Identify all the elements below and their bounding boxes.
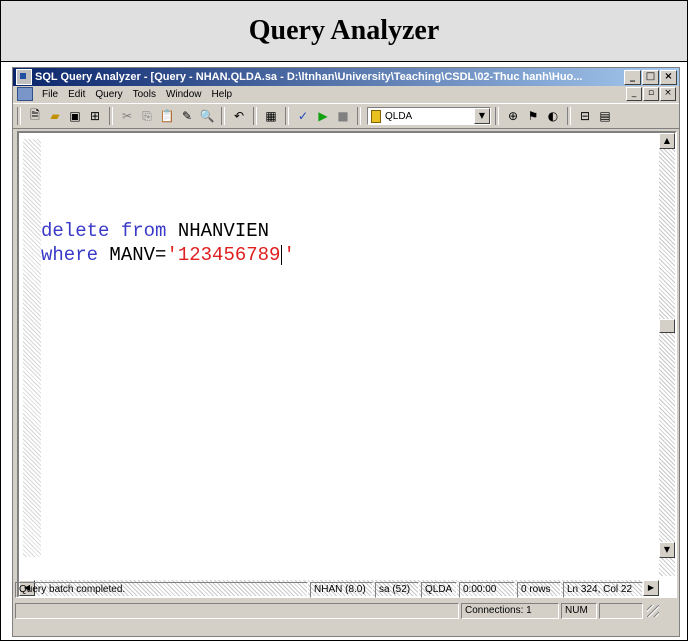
paste-icon[interactable]: 📋 bbox=[158, 107, 176, 125]
scroll-down-icon[interactable]: ▼ bbox=[659, 542, 675, 558]
scroll-up-icon[interactable]: ▲ bbox=[659, 133, 675, 149]
database-name: QLDA bbox=[385, 110, 413, 122]
toolbar-separator bbox=[285, 107, 289, 125]
menu-file[interactable]: File bbox=[37, 89, 63, 100]
status-rows: 0 rows bbox=[517, 581, 561, 598]
stop-icon[interactable]: ■ bbox=[334, 107, 352, 125]
toolbar: 🗎 ▰ ▣ ⊞ ✂ ⎘ 📋 ✎ 🔍 ↶ ▦ ✓ ▶ ■ QLDA ▼ ⊕ ⚑ ◐… bbox=[13, 103, 679, 129]
sql-quote-open: ' bbox=[166, 244, 178, 266]
new-query-icon[interactable]: 🗎 bbox=[26, 107, 44, 125]
doc-minimize-button[interactable]: _ bbox=[626, 87, 642, 101]
status-connections: Connections: 1 bbox=[461, 602, 559, 619]
client-stats-icon[interactable]: ◐ bbox=[544, 107, 562, 125]
undo-icon[interactable]: ↶ bbox=[230, 107, 248, 125]
close-button[interactable]: × bbox=[660, 69, 677, 85]
clear-icon[interactable]: ✎ bbox=[178, 107, 196, 125]
show-plan-icon[interactable]: ⚑ bbox=[524, 107, 542, 125]
insert-template-icon[interactable]: ⊞ bbox=[86, 107, 104, 125]
sql-code[interactable]: delete from NHANVIEN where MANV='1234567… bbox=[41, 219, 295, 267]
toolbar-separator bbox=[567, 107, 571, 125]
toolbar-separator bbox=[495, 107, 499, 125]
status-empty bbox=[599, 602, 643, 619]
app-icon bbox=[16, 69, 32, 85]
status-message: Query batch completed. bbox=[15, 581, 308, 598]
sql-string-value: 123456789 bbox=[177, 244, 281, 266]
menu-help[interactable]: Help bbox=[207, 89, 238, 100]
menu-bar: File Edit Query Tools Window Help _ ▫ × bbox=[13, 86, 679, 102]
results-pane-icon[interactable]: ▤ bbox=[596, 107, 614, 125]
editor-gutter bbox=[23, 139, 41, 557]
document-menu-icon[interactable] bbox=[17, 87, 33, 101]
menu-query[interactable]: Query bbox=[90, 89, 127, 100]
save-icon[interactable]: ▣ bbox=[66, 107, 84, 125]
status-blank bbox=[15, 602, 459, 619]
execute-icon[interactable]: ▶ bbox=[314, 107, 332, 125]
doc-restore-button[interactable]: ▫ bbox=[643, 87, 659, 101]
toolbar-separator bbox=[109, 107, 113, 125]
status-num: NUM bbox=[561, 602, 597, 619]
toolbar-separator bbox=[253, 107, 257, 125]
toolbar-separator bbox=[357, 107, 361, 125]
sql-keyword-delete-from: delete from bbox=[41, 220, 167, 242]
window-titlebar[interactable]: SQL Query Analyzer - [Query - NHAN.QLDA.… bbox=[13, 68, 679, 86]
chevron-down-icon[interactable]: ▼ bbox=[474, 108, 490, 124]
query-editor[interactable]: delete from NHANVIEN where MANV='1234567… bbox=[17, 131, 677, 598]
open-icon[interactable]: ▰ bbox=[46, 107, 64, 125]
status-bar: Query batch completed. NHAN (8.0) sa (52… bbox=[15, 581, 677, 598]
copy-icon[interactable]: ⎘ bbox=[138, 107, 156, 125]
menu-edit[interactable]: Edit bbox=[63, 89, 90, 100]
maximize-button[interactable]: □ bbox=[642, 69, 659, 85]
menu-window[interactable]: Window bbox=[161, 89, 207, 100]
status-position: Ln 324, Col 22 bbox=[563, 581, 643, 598]
sql-condition: MANV= bbox=[98, 244, 167, 266]
cut-icon[interactable]: ✂ bbox=[118, 107, 136, 125]
results-mode-icon[interactable]: ▦ bbox=[262, 107, 280, 125]
status-user: sa (52) bbox=[375, 581, 419, 598]
scroll-thumb[interactable] bbox=[659, 319, 675, 333]
sql-table-name: NHANVIEN bbox=[166, 220, 270, 242]
resize-grip-icon[interactable] bbox=[647, 604, 659, 617]
database-select[interactable]: QLDA ▼ bbox=[367, 107, 491, 125]
object-browser-icon[interactable]: ⊟ bbox=[576, 107, 594, 125]
doc-close-button[interactable]: × bbox=[660, 87, 676, 101]
status-time: 0:00:00 bbox=[459, 581, 515, 598]
query-analyzer-window: SQL Query Analyzer - [Query - NHAN.QLDA.… bbox=[12, 67, 680, 637]
toolbar-grip bbox=[17, 107, 21, 125]
database-icon bbox=[371, 109, 381, 123]
parse-icon[interactable]: ✓ bbox=[294, 107, 312, 125]
window-title: SQL Query Analyzer - [Query - NHAN.QLDA.… bbox=[35, 71, 583, 83]
slide-title: Query Analyzer bbox=[1, 1, 687, 62]
status-server: NHAN (8.0) bbox=[310, 581, 373, 598]
menu-tools[interactable]: Tools bbox=[128, 89, 161, 100]
status-bar-secondary: Connections: 1 NUM bbox=[15, 602, 677, 619]
slide-frame: Query Analyzer SQL Query Analyzer - [Que… bbox=[0, 0, 688, 641]
sql-keyword-where: where bbox=[41, 244, 99, 266]
sql-quote-close: ' bbox=[283, 244, 295, 266]
vertical-scrollbar[interactable]: ▲ ▼ bbox=[659, 133, 675, 576]
find-icon[interactable]: 🔍 bbox=[198, 107, 216, 125]
object-search-icon[interactable]: ⊕ bbox=[504, 107, 522, 125]
toolbar-separator bbox=[221, 107, 225, 125]
minimize-button[interactable]: _ bbox=[624, 69, 641, 85]
status-database: QLDA bbox=[421, 581, 457, 598]
